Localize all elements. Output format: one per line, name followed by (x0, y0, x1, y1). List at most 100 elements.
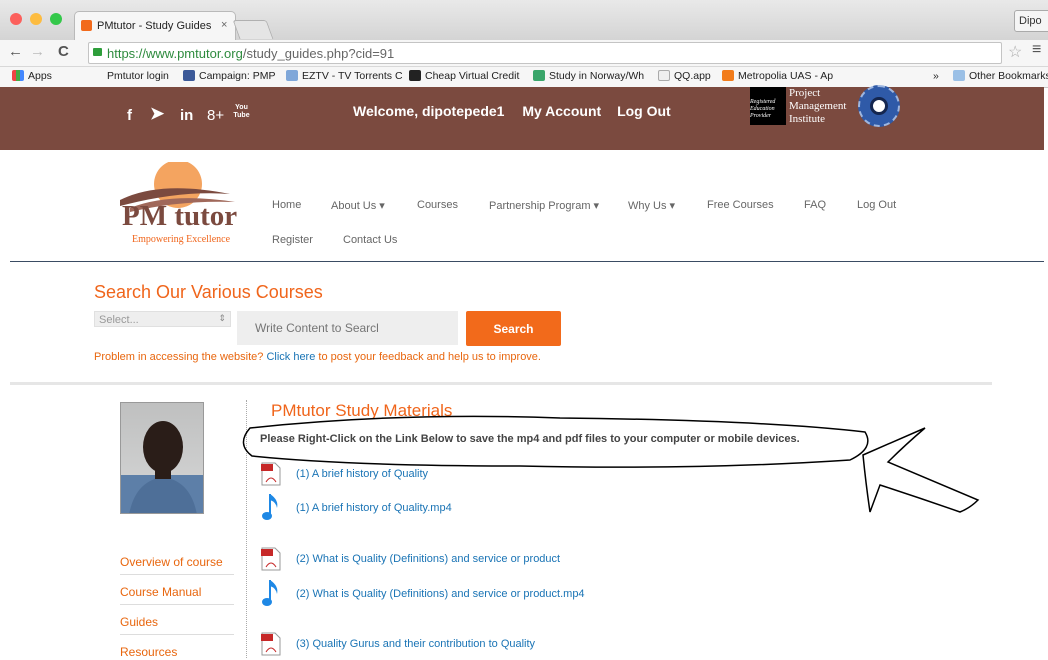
pdf-icon (261, 462, 281, 486)
twitter-icon[interactable]: ➤ (150, 104, 164, 124)
bookmark-label: QQ.app (674, 70, 711, 82)
facebook-icon[interactable]: f (127, 107, 132, 124)
material-link[interactable]: (1) A brief history of Quality (296, 468, 428, 480)
feedback-notice: Problem in accessing the website? Click … (94, 351, 541, 363)
star-icon[interactable]: ☆ (1008, 42, 1022, 62)
sidebar-separator (120, 604, 234, 605)
logo-tagline: Empowering Excellence (132, 234, 231, 245)
pmi-line: Project (789, 87, 821, 99)
nav-contact-us[interactable]: Contact Us (343, 234, 397, 246)
sidebar-link-overview[interactable]: Overview of course (120, 555, 223, 569)
sidebar-separator (120, 634, 234, 635)
eztv-icon (286, 70, 298, 81)
bookmark-eztv[interactable]: EZTV - TV Torrents C (286, 70, 403, 82)
forward-icon[interactable]: → (30, 43, 45, 60)
bookmark-label: Pmtutor login (107, 70, 169, 82)
bookmark-campaign[interactable]: Campaign: PMP (183, 70, 275, 82)
logout-link[interactable]: Log Out (617, 103, 671, 119)
bookmark-apps[interactable]: Apps (12, 70, 52, 82)
reload-icon[interactable]: C (58, 43, 69, 60)
nav-home[interactable]: Home (272, 199, 301, 211)
lock-icon (93, 48, 102, 56)
search-title: Search Our Various Courses (94, 282, 323, 302)
bookmark-label: Metropolia UAS - Ap (738, 70, 834, 82)
hand-drawn-arrow (862, 427, 980, 513)
menu-icon[interactable]: ≡ (1032, 41, 1041, 59)
seal-icon (858, 85, 900, 127)
sidebar-link-course-manual[interactable]: Course Manual (120, 585, 201, 599)
profile-button[interactable]: Dipo (1014, 10, 1048, 32)
bookmark-other[interactable]: Other Bookmarks (953, 70, 1048, 82)
youtube-icon[interactable]: You Tube (233, 104, 250, 120)
browser-tab[interactable]: PMtutor - Study Guides × (74, 11, 236, 41)
favicon-icon (81, 20, 92, 31)
minimize-window-icon[interactable] (30, 13, 42, 25)
google-plus-icon[interactable]: 8+ (207, 107, 224, 124)
address-bar[interactable]: https://www.pmtutor.org/study_guides.php… (88, 42, 1002, 64)
pmi-logo: Registered Education Provider (750, 87, 786, 125)
site-top-bar: f ➤ in 8+ You Tube Welcome, dipotepede1 … (0, 85, 1044, 150)
new-tab-button[interactable] (232, 20, 274, 39)
folder-icon (953, 70, 965, 81)
back-icon[interactable]: ← (8, 43, 23, 60)
bookmark-cheap-virtual-credit[interactable]: Cheap Virtual Credit (409, 70, 519, 82)
nav-log-out[interactable]: Log Out (857, 199, 896, 211)
person-silhouette (121, 421, 203, 513)
nav-faq[interactable]: FAQ (804, 199, 826, 211)
more-bookmarks-chevron[interactable]: » (933, 70, 939, 82)
pmi-line: Institute (789, 113, 826, 125)
nav-free-courses[interactable]: Free Courses (707, 199, 774, 211)
bookmark-pmtutor-login[interactable]: Pmtutor login (107, 70, 169, 82)
material-link[interactable]: (3) Quality Gurus and their contribution… (296, 638, 535, 650)
course-select[interactable]: Select... ⇕ (94, 311, 231, 327)
pdf-icon (261, 547, 281, 571)
bookmark-label: Cheap Virtual Credit (425, 70, 520, 82)
music-note-icon (262, 580, 278, 606)
feedback-link[interactable]: Click here (266, 351, 315, 363)
material-link[interactable]: (1) A brief history of Quality.mp4 (296, 502, 452, 514)
search-button[interactable]: Search (466, 311, 561, 346)
instructor-photo (120, 402, 204, 514)
close-window-icon[interactable] (10, 13, 22, 25)
tab-close-icon[interactable]: × (221, 19, 227, 31)
nav-why-us[interactable]: Why Us ▾ (628, 199, 675, 212)
url-path: /study_guides.php?cid=91 (242, 46, 395, 61)
url-prefix: https://www.pmtutor.org (107, 46, 243, 61)
linkedin-icon[interactable]: in (180, 107, 193, 124)
download-notice: Please Right-Click on the Link Below to … (260, 433, 800, 445)
welcome-area: Welcome, dipotepede1 My Account Log Out (353, 103, 671, 119)
select-value: Select... (99, 314, 139, 326)
site-logo[interactable]: PM tutor Empowering Excellence (110, 162, 250, 248)
vb-icon (409, 70, 421, 81)
material-link[interactable]: (2) What is Quality (Definitions) and se… (296, 553, 560, 565)
nav-about-us[interactable]: About Us ▾ (331, 199, 385, 212)
bookmark-qq[interactable]: QQ.app (658, 70, 711, 82)
zoom-window-icon[interactable] (50, 13, 62, 25)
apps-icon (12, 70, 24, 81)
material-link[interactable]: (2) What is Quality (Definitions) and se… (296, 588, 585, 600)
sidebar-link-guides[interactable]: Guides (120, 615, 158, 629)
study-icon (533, 70, 545, 81)
bookmark-label: Apps (28, 70, 52, 82)
seal-center (870, 97, 888, 115)
search-input[interactable] (237, 311, 458, 345)
logo-text: PM tutor (122, 200, 238, 232)
sidebar-link-resources[interactable]: Resources (120, 645, 177, 659)
feedback-text: Problem in accessing the website? (94, 351, 264, 363)
tab-title: PMtutor - Study Guides (97, 20, 212, 32)
nav-partnership-program[interactable]: Partnership Program ▾ (489, 199, 599, 212)
bookmark-label: Study in Norway/Wh (549, 70, 645, 82)
column-divider (246, 400, 247, 658)
feedback-text: to post your feedback and help us to imp… (318, 351, 541, 363)
bookmarks-bar: Apps Pmtutor login Campaign: PMP EZTV - … (0, 67, 1048, 88)
metropolia-icon (722, 70, 734, 81)
bookmark-study-norway[interactable]: Study in Norway/Wh (533, 70, 644, 82)
my-account-link[interactable]: My Account (522, 103, 601, 119)
nav-courses[interactable]: Courses (417, 199, 458, 211)
bookmark-metropolia[interactable]: Metropolia UAS - Ap (722, 70, 833, 82)
pmi-badge-text: Registered Education Provider (750, 99, 776, 119)
section-divider (10, 382, 992, 385)
nav-register[interactable]: Register (272, 234, 313, 246)
music-note-icon (262, 494, 278, 520)
sidebar-separator (120, 574, 234, 575)
